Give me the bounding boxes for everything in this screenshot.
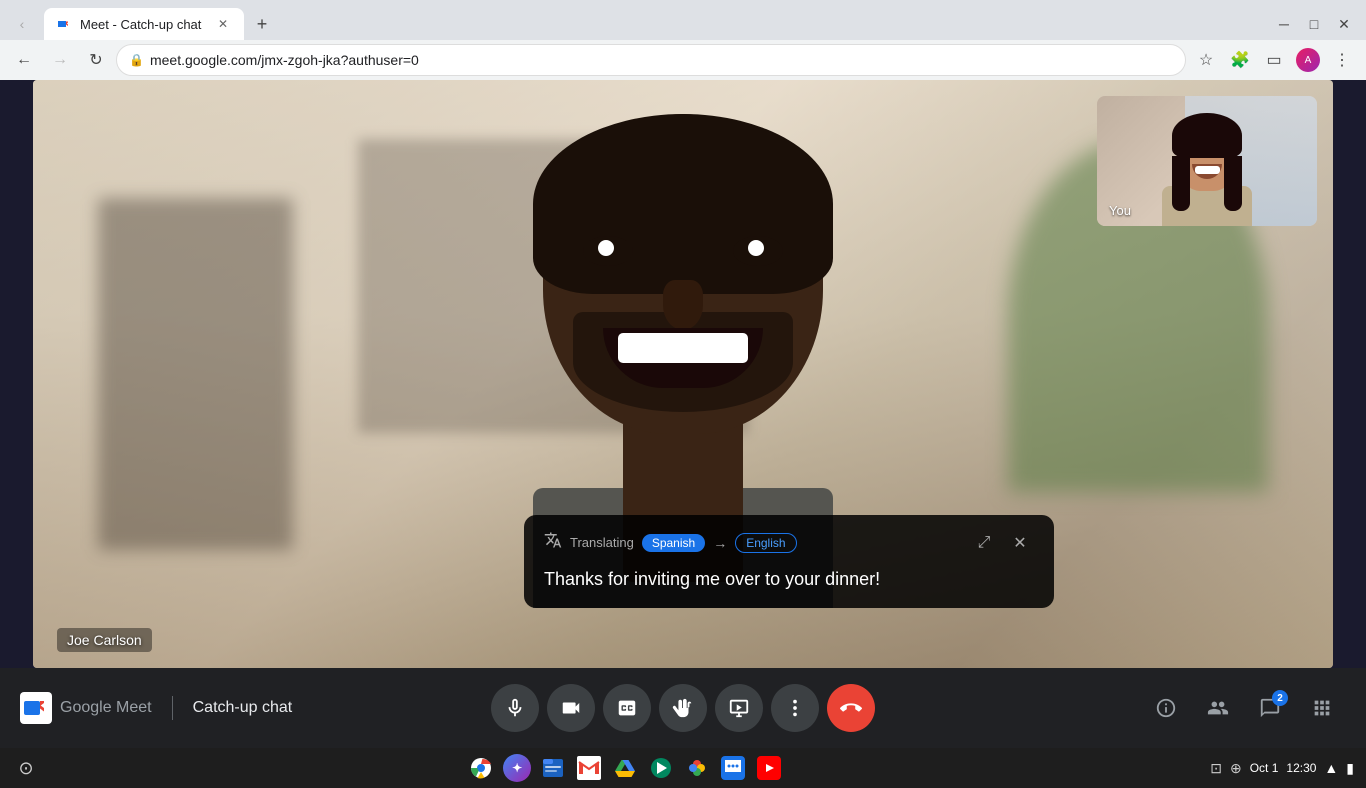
meet-bar: Google Meet Catch-up chat [0, 668, 1366, 748]
participant-name-label: Joe Carlson [57, 628, 152, 652]
lock-icon: 🔒 [129, 53, 144, 67]
screen-capture-icon[interactable]: ⊡ [1210, 760, 1222, 777]
date-display: Oct 1 [1250, 761, 1279, 775]
raise-hand-button[interactable] [659, 684, 707, 732]
taskbar: ⊙ ✦ [0, 748, 1366, 788]
mic-button[interactable] [491, 684, 539, 732]
reload-button[interactable]: ↻ [80, 44, 112, 76]
meet-controls [491, 684, 875, 732]
taskbar-center: ✦ [48, 754, 1202, 782]
wifi-icon: ▲ [1324, 760, 1338, 776]
meet-logo: Google Meet Catch-up chat [20, 692, 292, 724]
taskbar-right: ⊡ ⊕ Oct 1 12:30 ▲ ▮ [1210, 760, 1354, 777]
battery-icon: ▮ [1346, 760, 1354, 777]
gmail-app-icon[interactable] [575, 754, 603, 782]
tab-prev-button[interactable]: ‹ [8, 10, 36, 38]
translation-overlay: Translating Spanish → English ⤢ ✕ Thanks… [524, 515, 1054, 608]
info-button[interactable] [1142, 684, 1190, 732]
minimize-button[interactable]: ─ [1270, 10, 1298, 38]
forward-button[interactable]: → [44, 44, 76, 76]
browser-tabs: ‹ Meet - Catch-up chat ✕ + ─ □ ✕ [0, 0, 1366, 40]
bard-app-icon[interactable]: ✦ [503, 754, 531, 782]
face-eyes [583, 236, 783, 276]
main-video: Joe Carlson Translating Spanish → Englis… [33, 80, 1333, 668]
google-meet-wordmark: Google Meet [60, 699, 152, 717]
browser-chrome: ‹ Meet - Catch-up chat ✕ + ─ □ ✕ ← [0, 0, 1366, 80]
tab-title: Meet - Catch-up chat [80, 17, 206, 32]
toolbar-right: ☆ 🧩 ▭ A ⋮ [1190, 44, 1358, 76]
taskbar-left: ⊙ [12, 754, 40, 782]
right-eye-white [748, 240, 764, 256]
sidebar-button[interactable]: ▭ [1258, 44, 1290, 76]
close-button[interactable]: ✕ [1330, 10, 1358, 38]
translation-text: Thanks for inviting me over to your dinn… [544, 567, 1034, 592]
google-photos-app-icon[interactable] [683, 754, 711, 782]
tab-favicon [56, 16, 72, 32]
extensions-button[interactable]: 🧩 [1224, 44, 1256, 76]
chrome-app-icon[interactable] [467, 754, 495, 782]
left-eye-white [598, 240, 614, 256]
maximize-button[interactable]: □ [1300, 10, 1328, 38]
bookmark-button[interactable]: ☆ [1190, 44, 1222, 76]
google-meet-icon [20, 692, 52, 724]
chat-badge: 2 [1272, 690, 1288, 706]
right-eye [733, 236, 783, 266]
translation-expand-button[interactable]: ⤢ [970, 529, 998, 557]
active-tab[interactable]: Meet - Catch-up chat ✕ [44, 8, 244, 40]
youtube-app-icon[interactable] [755, 754, 783, 782]
date-text: Oct 1 [1250, 761, 1279, 775]
files-app-icon[interactable] [539, 754, 567, 782]
time-display: 12:30 [1286, 761, 1316, 775]
messages-app-icon[interactable] [719, 754, 747, 782]
target-language-badge: English [735, 533, 796, 553]
meet-container: Joe Carlson Translating Spanish → Englis… [0, 80, 1366, 668]
add-icon[interactable]: ⊕ [1230, 760, 1242, 777]
url-display: meet.google.com/jmx-zgoh-jka?authuser=0 [150, 52, 1173, 68]
browser-toolbar: ← → ↻ 🔒 meet.google.com/jmx-zgoh-jka?aut… [0, 40, 1366, 80]
tab-left-controls: ‹ [8, 10, 36, 38]
tab-close-button[interactable]: ✕ [214, 15, 232, 33]
people-button[interactable] [1194, 684, 1242, 732]
window-controls: ─ □ ✕ [1270, 10, 1358, 38]
meeting-title: Catch-up chat [193, 699, 293, 717]
self-view-label: You [1109, 203, 1131, 218]
source-language-badge: Spanish [642, 534, 705, 552]
menu-button[interactable]: ⋮ [1326, 44, 1358, 76]
meet-right-controls: 2 [1142, 684, 1346, 732]
translation-header: Translating Spanish → English ⤢ ✕ [544, 529, 1034, 557]
translation-close-button[interactable]: ✕ [1006, 529, 1034, 557]
captions-button[interactable] [603, 684, 651, 732]
profile-button[interactable]: A [1292, 44, 1324, 76]
back-button[interactable]: ← [8, 44, 40, 76]
face-head [543, 114, 823, 434]
meet-bar-divider [172, 696, 173, 720]
arrow-icon: → [713, 535, 727, 551]
translating-label: Translating [570, 535, 634, 550]
present-button[interactable] [715, 684, 763, 732]
camera-button[interactable] [547, 684, 595, 732]
furniture-bg [98, 198, 293, 551]
activities-button[interactable] [1298, 684, 1346, 732]
self-view: You [1097, 96, 1317, 226]
face-nose [663, 280, 703, 330]
translate-icon [544, 531, 562, 554]
address-bar[interactable]: 🔒 meet.google.com/jmx-zgoh-jka?authuser=… [116, 44, 1186, 76]
teeth [618, 333, 748, 363]
left-eye [583, 236, 633, 266]
chat-button[interactable]: 2 [1246, 684, 1294, 732]
screen-reader-app[interactable]: ⊙ [12, 754, 40, 782]
google-meet-logo [20, 692, 52, 724]
google-play-app-icon[interactable] [647, 754, 675, 782]
more-options-button[interactable] [771, 684, 819, 732]
google-drive-app-icon[interactable] [611, 754, 639, 782]
new-tab-button[interactable]: + [248, 10, 276, 38]
end-call-button[interactable] [827, 684, 875, 732]
